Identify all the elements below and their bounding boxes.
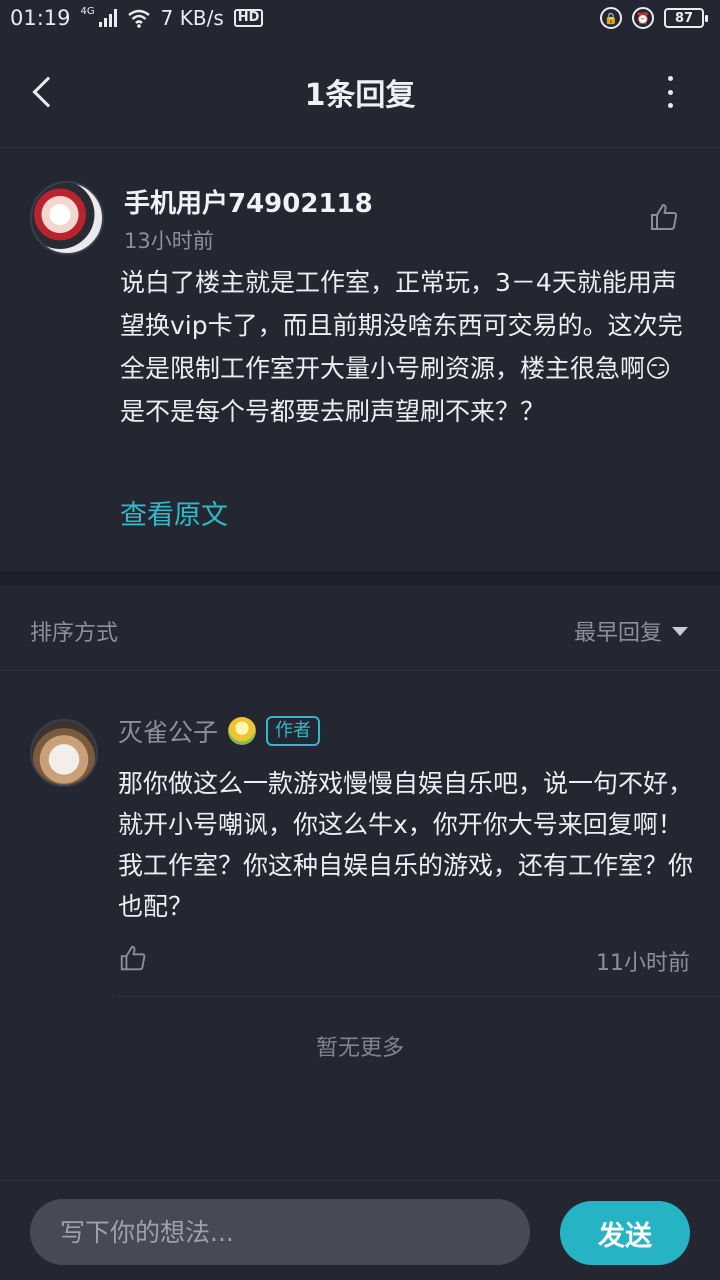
send-button[interactable]: 发送 bbox=[560, 1201, 690, 1265]
more-dot-icon bbox=[667, 103, 673, 108]
composer-bar: 发送 bbox=[0, 1180, 720, 1280]
avatar[interactable] bbox=[30, 719, 98, 787]
status-time: 01:19 bbox=[10, 6, 71, 30]
signal-icon bbox=[98, 9, 117, 27]
avatar[interactable] bbox=[30, 181, 104, 255]
back-button[interactable] bbox=[24, 70, 64, 114]
status-left: 01:19 4G 7 KB/s HD bbox=[10, 6, 264, 30]
reply-header: 灭雀公子 作者 bbox=[118, 713, 321, 749]
sort-bar: 排序方式 最早回复 bbox=[0, 585, 720, 671]
comment-author[interactable]: 手机用户74902118 bbox=[124, 183, 373, 220]
thumbs-up-icon[interactable] bbox=[648, 201, 680, 233]
main-comment: 手机用户74902118 13小时前 说白了楼主就是工作室，正常玩，3－4天就能… bbox=[0, 149, 720, 571]
battery-icon: 87 bbox=[664, 8, 708, 28]
chevron-left-icon bbox=[32, 76, 64, 108]
top-bar: 1条回复 bbox=[0, 36, 720, 148]
reply-item: 灭雀公子 作者 那你做这么一款游戏慢慢自娱自乐吧，说一句不好，就开小号嘲讽，你这… bbox=[0, 671, 720, 1001]
status-bar: 01:19 4G 7 KB/s HD 🔒 ⏰ 87 bbox=[0, 0, 720, 36]
comment-input[interactable] bbox=[30, 1199, 530, 1265]
more-options-button[interactable] bbox=[660, 76, 680, 108]
comment-text: 说白了楼主就是工作室，正常玩，3－4天就能用声望换vip卡了，而且前期没啥东西可… bbox=[120, 268, 683, 426]
sort-dropdown[interactable]: 最早回复 bbox=[574, 615, 688, 647]
reply-author[interactable]: 灭雀公子 bbox=[118, 713, 218, 749]
author-badge: 作者 bbox=[266, 716, 321, 746]
thumbs-up-icon[interactable] bbox=[118, 943, 148, 973]
no-more-text: 暂无更多 bbox=[315, 1036, 404, 1061]
caret-down-icon bbox=[672, 626, 688, 636]
sort-label: 排序方式 bbox=[30, 621, 119, 646]
page-title: 1条回复 bbox=[304, 77, 416, 113]
alarm-icon: ⏰ bbox=[632, 7, 654, 29]
section-divider bbox=[0, 571, 720, 585]
wifi-icon bbox=[127, 9, 150, 28]
reply-time: 11小时前 bbox=[596, 951, 690, 976]
lock-rotation-icon: 🔒 bbox=[600, 7, 622, 29]
comment-time: 13小时前 bbox=[124, 229, 214, 253]
sort-selected-value: 最早回复 bbox=[573, 621, 662, 646]
hd-icon: HD bbox=[233, 9, 264, 27]
user-level-icon bbox=[228, 717, 257, 745]
network-type-label: 4G bbox=[80, 6, 95, 17]
network-speed: 7 KB/s bbox=[160, 6, 224, 30]
divider bbox=[118, 996, 720, 997]
more-dot-icon bbox=[667, 89, 673, 95]
view-original-link[interactable]: 查看原文 bbox=[120, 493, 228, 532]
reply-text: 那你做这么一款游戏慢慢自娱自乐吧，说一句不好，就开小号嘲讽，你这么牛x，你开你大… bbox=[118, 769, 694, 921]
status-right: 🔒 ⏰ 87 bbox=[600, 7, 708, 29]
more-dot-icon bbox=[667, 76, 673, 81]
